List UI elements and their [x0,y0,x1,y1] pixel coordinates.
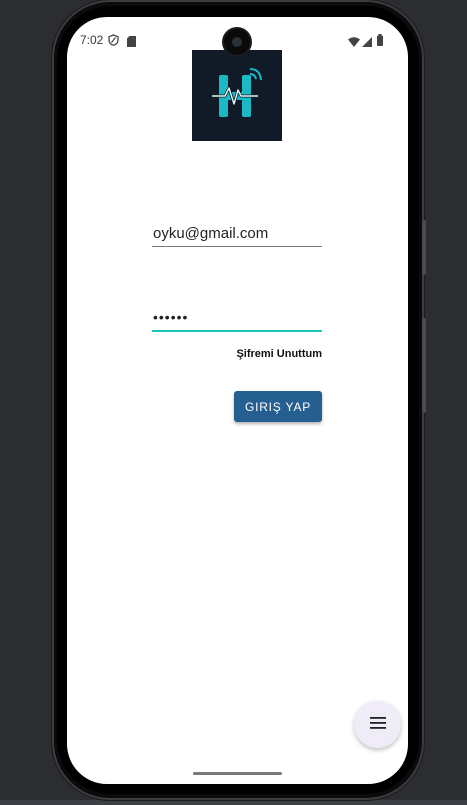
status-time: 7:02 [80,33,104,47]
battery-icon [377,33,383,51]
menu-icon [369,716,386,734]
email-field[interactable] [152,220,323,247]
sd-card-icon [127,34,136,52]
cellular-signal-icon [362,34,372,52]
camera-lens [232,37,242,47]
email-input[interactable] [152,220,323,246]
password-field[interactable] [152,304,323,332]
shield-icon [108,33,119,51]
app-logo [192,50,282,141]
forgot-password-link[interactable]: Şifremi Unuttum [236,348,322,360]
gesture-nav-handle[interactable] [193,772,282,775]
password-input[interactable] [152,304,323,330]
menu-fab[interactable] [354,701,401,748]
wifi-icon [348,34,360,52]
login-button[interactable]: GIRIŞ YAP [234,391,322,422]
power-button [422,318,426,413]
front-camera [224,29,250,55]
window-bottom-edge [0,800,467,805]
volume-button [422,220,426,275]
app-screen: 7:02 Şi [67,17,408,784]
